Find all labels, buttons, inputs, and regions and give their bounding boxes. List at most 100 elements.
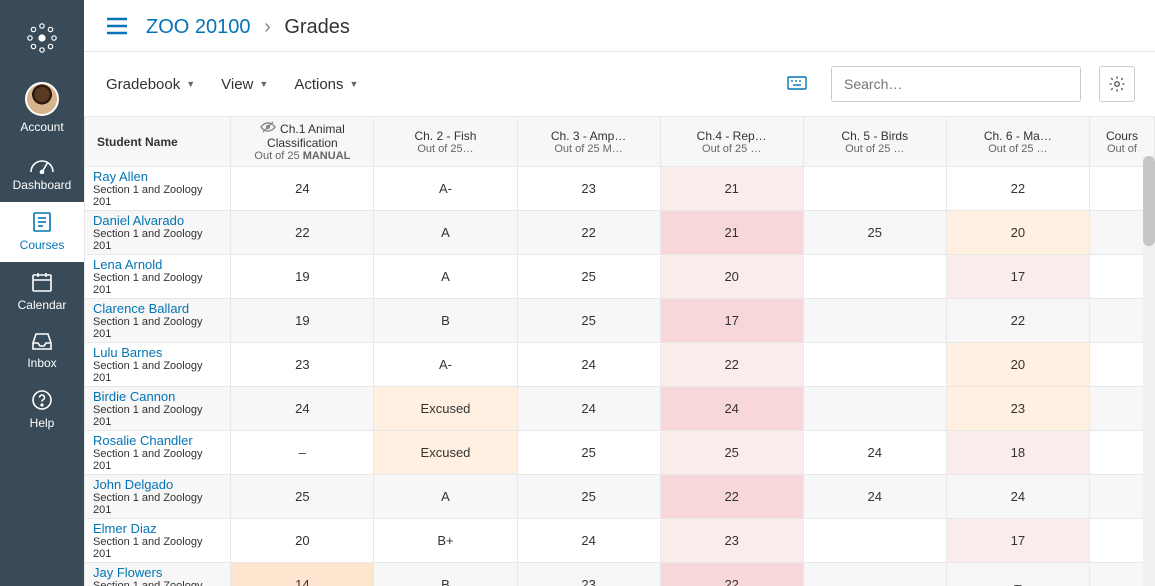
grade-cell[interactable]: 23	[517, 167, 660, 211]
grade-cell[interactable]: –	[231, 431, 374, 475]
search-field[interactable]	[831, 66, 1081, 102]
grade-cell[interactable]: 14	[231, 563, 374, 586]
grade-cell[interactable]: 20	[231, 519, 374, 563]
grade-cell[interactable]	[803, 563, 946, 586]
search-input[interactable]	[831, 66, 1081, 102]
student-cell[interactable]: Rosalie ChandlerSection 1 and Zoology 20…	[85, 431, 231, 475]
student-link[interactable]: Lulu Barnes	[93, 345, 162, 360]
student-link[interactable]: Rosalie Chandler	[93, 433, 193, 448]
grade-cell[interactable]: 24	[231, 387, 374, 431]
grade-cell[interactable]: 24	[517, 387, 660, 431]
grade-cell[interactable]: A	[374, 211, 517, 255]
student-link[interactable]: Clarence Ballard	[93, 301, 189, 316]
grade-cell[interactable]: Excused	[374, 431, 517, 475]
vertical-scrollbar[interactable]	[1143, 156, 1155, 586]
grade-cell[interactable]: 25	[660, 431, 803, 475]
grade-cell[interactable]: 25	[231, 475, 374, 519]
grade-cell[interactable]: 25	[517, 299, 660, 343]
grade-cell[interactable]: 17	[946, 519, 1089, 563]
assignment-header[interactable]: Ch.1 Animal ClassificationOut of 25 MANU…	[231, 117, 374, 167]
settings-button[interactable]	[1099, 66, 1135, 102]
grade-cell[interactable]: Excused	[374, 387, 517, 431]
grade-cell[interactable]: 24	[946, 475, 1089, 519]
grade-cell[interactable]: 24	[660, 387, 803, 431]
grade-cell[interactable]	[803, 343, 946, 387]
assignment-header[interactable]: Ch.4 - Rep…Out of 25 …	[660, 117, 803, 167]
view-menu[interactable]: View ▼	[217, 70, 272, 99]
grade-cell[interactable]: 23	[946, 387, 1089, 431]
grade-cell[interactable]: 23	[231, 343, 374, 387]
student-cell[interactable]: Clarence BallardSection 1 and Zoology 20…	[85, 299, 231, 343]
hamburger-button[interactable]	[106, 17, 128, 38]
grade-cell[interactable]: 19	[231, 255, 374, 299]
grade-cell[interactable]: 22	[660, 563, 803, 586]
student-cell[interactable]: Elmer DiazSection 1 and Zoology 201	[85, 519, 231, 563]
grade-cell[interactable]: A	[374, 475, 517, 519]
assignment-header[interactable]: Ch. 6 - Ma…Out of 25 …	[946, 117, 1089, 167]
grade-cell[interactable]: 22	[946, 167, 1089, 211]
nav-dashboard[interactable]: Dashboard	[0, 144, 84, 202]
grade-cell[interactable]: 21	[660, 167, 803, 211]
gradebook-grid-container[interactable]: Student NameCh.1 Animal ClassificationOu…	[84, 116, 1155, 586]
nav-courses[interactable]: Courses	[0, 202, 84, 262]
grade-cell[interactable]: 22	[231, 211, 374, 255]
grade-cell[interactable]: B	[374, 299, 517, 343]
student-cell[interactable]: Lulu BarnesSection 1 and Zoology 201	[85, 343, 231, 387]
grade-cell[interactable]	[803, 255, 946, 299]
grade-cell[interactable]: 22	[660, 343, 803, 387]
assignment-header[interactable]: Ch. 3 - Amp…Out of 25 M…	[517, 117, 660, 167]
grade-cell[interactable]: 24	[517, 519, 660, 563]
student-link[interactable]: John Delgado	[93, 477, 173, 492]
grade-cell[interactable]	[803, 299, 946, 343]
grade-cell[interactable]: 22	[517, 211, 660, 255]
nav-help[interactable]: Help	[0, 380, 84, 440]
grade-cell[interactable]	[803, 167, 946, 211]
student-cell[interactable]: Birdie CannonSection 1 and Zoology 201	[85, 387, 231, 431]
grade-cell[interactable]: 24	[803, 431, 946, 475]
grade-cell[interactable]: A-	[374, 167, 517, 211]
grade-cell[interactable]: 19	[231, 299, 374, 343]
student-link[interactable]: Lena Arnold	[93, 257, 162, 272]
grade-cell[interactable]: 25	[517, 475, 660, 519]
grade-cell[interactable]: 20	[946, 211, 1089, 255]
grade-cell[interactable]: 25	[517, 255, 660, 299]
grade-cell[interactable]: 23	[517, 563, 660, 586]
gradebook-menu[interactable]: Gradebook ▼	[102, 70, 199, 99]
grade-cell[interactable]: 17	[660, 299, 803, 343]
grade-cell[interactable]: –	[946, 563, 1089, 586]
grade-cell[interactable]: B+	[374, 519, 517, 563]
student-link[interactable]: Ray Allen	[93, 169, 148, 184]
keyboard-shortcuts-button[interactable]	[787, 76, 807, 93]
student-link[interactable]: Birdie Cannon	[93, 389, 175, 404]
grade-cell[interactable]: 25	[803, 211, 946, 255]
grade-cell[interactable]: 18	[946, 431, 1089, 475]
nav-account[interactable]: Account	[0, 74, 84, 144]
grade-cell[interactable]: 23	[660, 519, 803, 563]
assignment-header[interactable]: Ch. 5 - BirdsOut of 25 …	[803, 117, 946, 167]
student-cell[interactable]: John DelgadoSection 1 and Zoology 201	[85, 475, 231, 519]
student-cell[interactable]: Lena ArnoldSection 1 and Zoology 201	[85, 255, 231, 299]
assignment-header[interactable]: Ch. 2 - FishOut of 25…	[374, 117, 517, 167]
grade-cell[interactable]: A	[374, 255, 517, 299]
student-cell[interactable]: Jay FlowersSection 1 and Zoology 201	[85, 563, 231, 586]
grade-cell[interactable]: 24	[231, 167, 374, 211]
grade-cell[interactable]	[803, 387, 946, 431]
student-name-header[interactable]: Student Name	[85, 117, 231, 167]
grade-cell[interactable]: A-	[374, 343, 517, 387]
student-link[interactable]: Elmer Diaz	[93, 521, 157, 536]
grade-cell[interactable]: 25	[517, 431, 660, 475]
scrollbar-thumb[interactable]	[1143, 156, 1155, 246]
student-link[interactable]: Jay Flowers	[93, 565, 162, 580]
grade-cell[interactable]: 22	[660, 475, 803, 519]
grade-cell[interactable]: 21	[660, 211, 803, 255]
student-link[interactable]: Daniel Alvarado	[93, 213, 184, 228]
breadcrumb-course[interactable]: ZOO 20100	[146, 16, 251, 38]
student-cell[interactable]: Daniel AlvaradoSection 1 and Zoology 201	[85, 211, 231, 255]
grade-cell[interactable]: B	[374, 563, 517, 586]
grade-cell[interactable]: 20	[660, 255, 803, 299]
actions-menu[interactable]: Actions ▼	[290, 70, 362, 99]
grade-cell[interactable]: 24	[517, 343, 660, 387]
grade-cell[interactable]	[803, 519, 946, 563]
grade-cell[interactable]: 20	[946, 343, 1089, 387]
grade-cell[interactable]: 22	[946, 299, 1089, 343]
